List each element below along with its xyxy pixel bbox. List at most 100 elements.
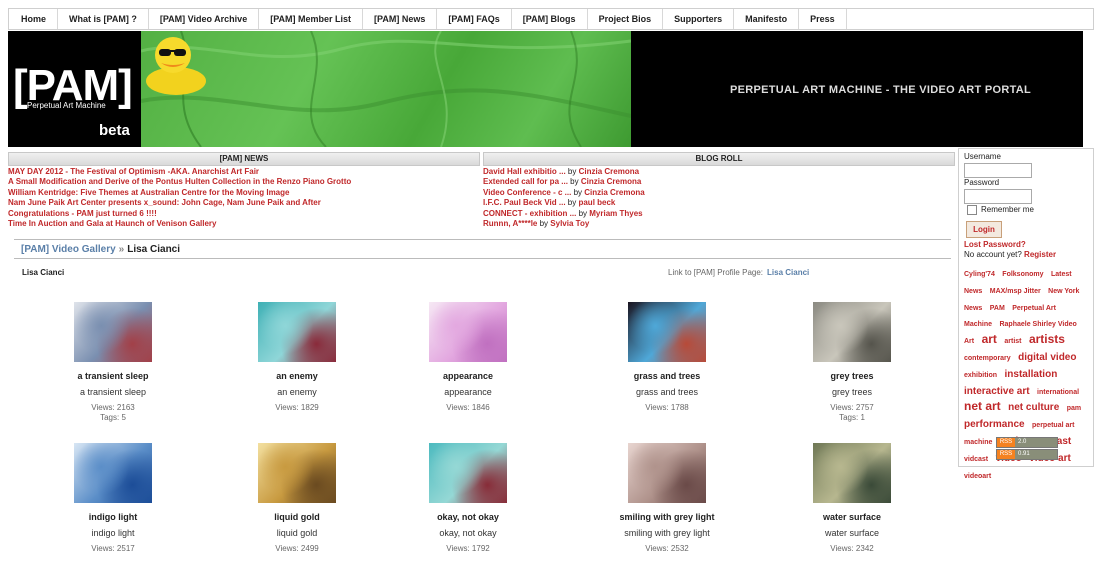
tag-link[interactable]: art	[982, 332, 997, 346]
video-views: Views: 1788	[645, 403, 689, 412]
video-title-link[interactable]: grass and trees	[592, 371, 742, 381]
video-views: Views: 2532	[645, 544, 689, 553]
by-label: by	[578, 208, 588, 218]
tag-link[interactable]: interactive art	[964, 386, 1030, 397]
tag-link[interactable]: net culture	[1008, 402, 1059, 414]
nav-faqs[interactable]: [PAM] FAQs	[437, 9, 512, 29]
tag-link[interactable]: exhibition	[964, 372, 997, 379]
video-thumbnail[interactable]	[628, 302, 706, 362]
video-title-link[interactable]: okay, not okay	[393, 512, 543, 522]
banner-title: PERPETUAL ART MACHINE - THE VIDEO ART PO…	[730, 84, 1032, 96]
blog-author-link[interactable]: Myriam Thyes	[589, 209, 642, 218]
video-title-link[interactable]: water surface	[777, 512, 927, 522]
blogroll-item: Runnn, A****le by Sylvia Toy	[483, 219, 953, 229]
news-list: MAY DAY 2012 - The Festival of Optimism …	[8, 167, 478, 229]
tag-link[interactable]: artists	[1029, 332, 1065, 346]
password-input[interactable]	[964, 189, 1032, 204]
tag-link[interactable]: videoart	[964, 473, 991, 480]
blog-post-link[interactable]: Extended call for pa ...	[483, 177, 568, 186]
video-thumbnail[interactable]	[258, 443, 336, 503]
video-description: indigo light	[91, 528, 135, 538]
video-title-link[interactable]: liquid gold	[222, 512, 372, 522]
video-thumbnail[interactable]	[628, 443, 706, 503]
site-logo[interactable]: [PAM] Perpetual Art Machine beta	[8, 31, 141, 147]
video-title-link[interactable]: appearance	[393, 371, 543, 381]
blog-author-link[interactable]: Sylvia Toy	[550, 219, 589, 228]
nav-supporters[interactable]: Supporters	[663, 9, 735, 29]
video-description: grass and trees	[635, 387, 699, 397]
username-label: Username	[964, 152, 1001, 161]
lost-password-link[interactable]: Lost Password?	[964, 240, 1026, 249]
video-title-link[interactable]: a transient sleep	[38, 371, 188, 381]
nav-home[interactable]: Home	[9, 9, 59, 29]
news-item[interactable]: William Kentridge: Five Themes at Austra…	[8, 188, 478, 198]
tag-link[interactable]: installation	[1005, 369, 1058, 380]
news-item[interactable]: Congratulations - PAM just turned 6 !!!!	[8, 209, 478, 219]
news-item[interactable]: Nam June Paik Art Center presents x_soun…	[8, 198, 478, 208]
login-button[interactable]: Login	[966, 221, 1002, 238]
blog-post-link[interactable]: I.F.C. Paul Beck Vid ...	[483, 198, 566, 207]
video-thumbnail[interactable]	[813, 302, 891, 362]
video-thumbnail[interactable]	[813, 443, 891, 503]
tag-link[interactable]: Folksonomy	[1002, 271, 1043, 278]
video-views: Views: 1846	[446, 403, 490, 412]
by-label: by	[567, 167, 577, 176]
breadcrumb-current: Lisa Cianci	[127, 244, 181, 255]
blog-post-link[interactable]: Video Conference - c ...	[483, 188, 571, 197]
video-views: Views: 2163	[91, 403, 135, 412]
blog-post-link[interactable]: Runnn, A****le	[483, 219, 537, 228]
tag-link[interactable]: digital video	[1018, 352, 1076, 363]
blog-author-link[interactable]: paul beck	[578, 198, 615, 207]
video-thumbnail[interactable]	[258, 302, 336, 362]
video-title-link[interactable]: indigo light	[38, 512, 188, 522]
video-thumbnail[interactable]	[429, 302, 507, 362]
nav-news[interactable]: [PAM] News	[363, 9, 438, 29]
video-title-link[interactable]: smiling with grey light	[592, 512, 742, 522]
blog-author-link[interactable]: Cinzia Cremona	[584, 188, 644, 197]
blog-author-link[interactable]: Cinzia Cremona	[581, 177, 641, 186]
blog-post-link[interactable]: David Hall exhibitio ...	[483, 167, 566, 176]
nav-manifesto[interactable]: Manifesto	[734, 9, 800, 29]
tag-link[interactable]: pam	[1067, 405, 1081, 412]
video-tile: grey trees grey trees Views: 2757 Tags: 1	[777, 302, 927, 422]
video-title-link[interactable]: grey trees	[777, 371, 927, 381]
tag-link[interactable]: artist	[1004, 338, 1021, 345]
blogroll-heading: BLOG ROLL	[483, 152, 955, 166]
username-input[interactable]	[964, 163, 1032, 178]
tag-link[interactable]: vidcast	[964, 456, 988, 463]
profile-link[interactable]: Lisa Cianci	[767, 268, 809, 277]
blog-post-link[interactable]: CONNECT - exhibition ...	[483, 209, 576, 218]
tag-link[interactable]: net art	[964, 399, 1001, 413]
blog-author-link[interactable]: Cinzia Cremona	[579, 167, 639, 176]
video-title-link[interactable]: an enemy	[222, 371, 372, 381]
nav-press[interactable]: Press	[799, 9, 847, 29]
video-thumbnail[interactable]	[74, 443, 152, 503]
tag-link[interactable]: MAX/msp Jitter	[990, 288, 1041, 295]
rss-091-badge[interactable]: RSS 0.91	[996, 449, 1058, 460]
nav-member-list[interactable]: [PAM] Member List	[259, 9, 364, 29]
news-item[interactable]: Time In Auction and Gala at Haunch of Ve…	[8, 219, 478, 229]
nav-blogs[interactable]: [PAM] Blogs	[512, 9, 588, 29]
register-link[interactable]: Register	[1024, 250, 1056, 259]
nav-project-bios[interactable]: Project Bios	[588, 9, 664, 29]
divider	[14, 239, 951, 240]
rss-2-badge[interactable]: RSS 2.0	[996, 437, 1058, 448]
video-tile: an enemy an enemy Views: 1829	[222, 302, 372, 412]
nav-video-archive[interactable]: [PAM] Video Archive	[149, 9, 260, 29]
tag-link[interactable]: international	[1037, 389, 1079, 396]
video-tags: Tags: 1	[839, 413, 865, 422]
tag-link[interactable]: Cyling'74	[964, 271, 995, 278]
tag-link[interactable]: contemporary	[964, 355, 1011, 362]
video-thumbnail[interactable]	[74, 302, 152, 362]
video-description: smiling with grey light	[624, 528, 710, 538]
tag-link[interactable]: PAM	[990, 305, 1005, 312]
video-thumbnail[interactable]	[429, 443, 507, 503]
video-description: appearance	[444, 387, 492, 397]
blogroll-item: David Hall exhibitio ... by Cinzia Cremo…	[483, 167, 953, 177]
news-item[interactable]: MAY DAY 2012 - The Festival of Optimism …	[8, 167, 478, 177]
news-item[interactable]: A Small Modification and Derive of the P…	[8, 177, 478, 187]
tag-link[interactable]: performance	[964, 419, 1025, 430]
remember-checkbox[interactable]	[967, 205, 977, 215]
nav-what-is-pam[interactable]: What is [PAM] ?	[58, 9, 149, 29]
breadcrumb-root-link[interactable]: [PAM] Video Gallery	[21, 244, 116, 255]
